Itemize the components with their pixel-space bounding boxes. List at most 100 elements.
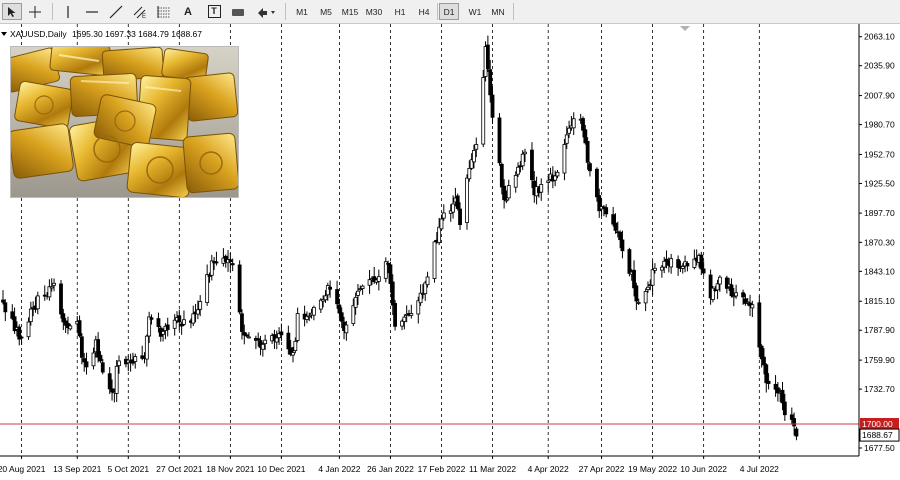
candle xyxy=(279,323,284,342)
symbol-menu-icon[interactable] xyxy=(1,32,7,36)
x-tick-label: 11 Mar 2022 xyxy=(469,464,516,474)
candle xyxy=(506,179,511,201)
x-tick-label: 20 Aug 2021 xyxy=(0,464,46,474)
vertical-line-icon[interactable] xyxy=(58,3,78,20)
candle xyxy=(114,359,119,402)
x-tick-label: 5 Oct 2021 xyxy=(107,464,149,474)
candle xyxy=(432,240,437,283)
timeframe-m30[interactable]: M30 xyxy=(362,3,386,20)
timeframe-h4[interactable]: H4 xyxy=(412,3,436,20)
y-tick-label: 1952.70 xyxy=(864,149,895,159)
timeframe-d1[interactable]: D1 xyxy=(439,3,459,20)
chart-shift-marker-icon[interactable] xyxy=(680,26,690,31)
current-price-badge: 1688.67 xyxy=(859,428,900,442)
level-price-badge: 1700.00 xyxy=(860,418,899,430)
timeframe-m1[interactable]: M1 xyxy=(290,3,314,20)
candle xyxy=(52,278,56,292)
gold-bars-photo xyxy=(10,46,239,198)
current-price-label: 1688.67 xyxy=(862,430,893,440)
candle xyxy=(335,280,339,309)
candle xyxy=(588,161,592,177)
arrows-menu-icon[interactable] xyxy=(254,3,280,20)
symbol-label: XAUUSD,Daily xyxy=(10,29,67,39)
timeframe-mn[interactable]: MN xyxy=(486,3,510,20)
candle xyxy=(650,260,655,296)
text-label-icon[interactable]: T xyxy=(204,3,224,20)
x-tick-label: 4 Jul 2022 xyxy=(740,464,779,474)
candle xyxy=(646,281,650,293)
candle xyxy=(376,269,381,291)
y-tick-label: 1787.90 xyxy=(864,325,895,335)
candle xyxy=(485,35,490,72)
x-tick-label: 27 Oct 2021 xyxy=(156,464,203,474)
y-tick-label: 2035.90 xyxy=(864,61,895,71)
candle xyxy=(295,307,300,343)
candle xyxy=(634,282,639,311)
toolbar-separator xyxy=(285,3,286,20)
candle xyxy=(84,352,89,375)
x-tick-label: 4 Jan 2022 xyxy=(318,464,360,474)
candle xyxy=(604,204,609,218)
x-tick-label: 4 Apr 2022 xyxy=(528,464,569,474)
timeframe-m5[interactable]: M5 xyxy=(314,3,338,20)
channel-icon[interactable]: E xyxy=(130,3,150,20)
price-axis: 2063.10 2035.90 2007.90 1980.70 1952.70 1925.… xyxy=(859,32,895,453)
candle xyxy=(17,324,22,346)
y-tick-label: 1677.50 xyxy=(864,443,895,453)
trend-line-icon[interactable] xyxy=(106,3,126,20)
timeframe-h1[interactable]: H1 xyxy=(388,3,412,20)
candle xyxy=(409,304,414,319)
candle xyxy=(253,335,258,350)
y-tick-label: 1759.90 xyxy=(864,355,895,365)
candle xyxy=(418,284,423,306)
timeframe-m15[interactable]: M15 xyxy=(338,3,362,20)
crosshair-icon[interactable] xyxy=(25,3,45,20)
candle xyxy=(35,291,40,315)
rectangle-shape-icon[interactable] xyxy=(228,3,248,20)
x-tick-label: 13 Sep 2021 xyxy=(53,464,101,474)
time-axis: 20 Aug 2021 13 Sep 2021 5 Oct 2021 27 Oct 2… xyxy=(0,456,779,474)
candle xyxy=(643,288,648,312)
horizontal-line-icon[interactable] xyxy=(82,3,102,20)
text-tool-icon[interactable]: A xyxy=(178,3,198,20)
candle xyxy=(237,260,242,315)
fibonacci-icon[interactable] xyxy=(154,3,174,20)
candle xyxy=(19,335,24,346)
candle xyxy=(773,375,778,397)
y-tick-label: 1925.50 xyxy=(864,178,895,188)
candle xyxy=(441,204,446,221)
cursor-arrow-icon[interactable] xyxy=(2,3,22,20)
toolbar-separator xyxy=(52,3,53,20)
candle xyxy=(497,113,502,166)
candle xyxy=(367,269,372,294)
candle xyxy=(465,174,469,230)
candle xyxy=(516,162,520,177)
toolbar: E A T M1 M5 M15 M30 H1 H4 D1 W1 MN xyxy=(0,0,900,24)
toolbar-separator xyxy=(437,3,438,20)
candle xyxy=(729,278,734,298)
y-tick-label: 1980.70 xyxy=(864,120,895,130)
candle xyxy=(144,334,149,367)
y-tick-label: 1870.30 xyxy=(864,237,895,247)
candle xyxy=(794,426,799,441)
y-tick-label: 2063.10 xyxy=(864,32,895,42)
candle xyxy=(383,257,388,283)
toolbar-separator xyxy=(513,3,514,20)
y-tick-label: 2007.90 xyxy=(864,91,895,101)
candle xyxy=(393,299,397,331)
level-price-label: 1700.00 xyxy=(862,419,893,429)
candle xyxy=(260,342,265,357)
x-tick-label: 18 Nov 2021 xyxy=(206,464,254,474)
candle xyxy=(59,280,63,319)
candle xyxy=(481,69,486,148)
candle xyxy=(182,310,186,326)
x-tick-label: 10 Jun 2022 xyxy=(680,464,727,474)
x-tick-label: 19 May 2022 xyxy=(628,464,677,474)
timeframe-w1[interactable]: W1 xyxy=(463,3,487,20)
candle xyxy=(455,193,460,211)
candle xyxy=(133,353,138,369)
candle xyxy=(47,279,52,301)
y-tick-label: 1897.70 xyxy=(864,208,895,218)
candle xyxy=(562,138,567,181)
candle xyxy=(764,363,769,393)
